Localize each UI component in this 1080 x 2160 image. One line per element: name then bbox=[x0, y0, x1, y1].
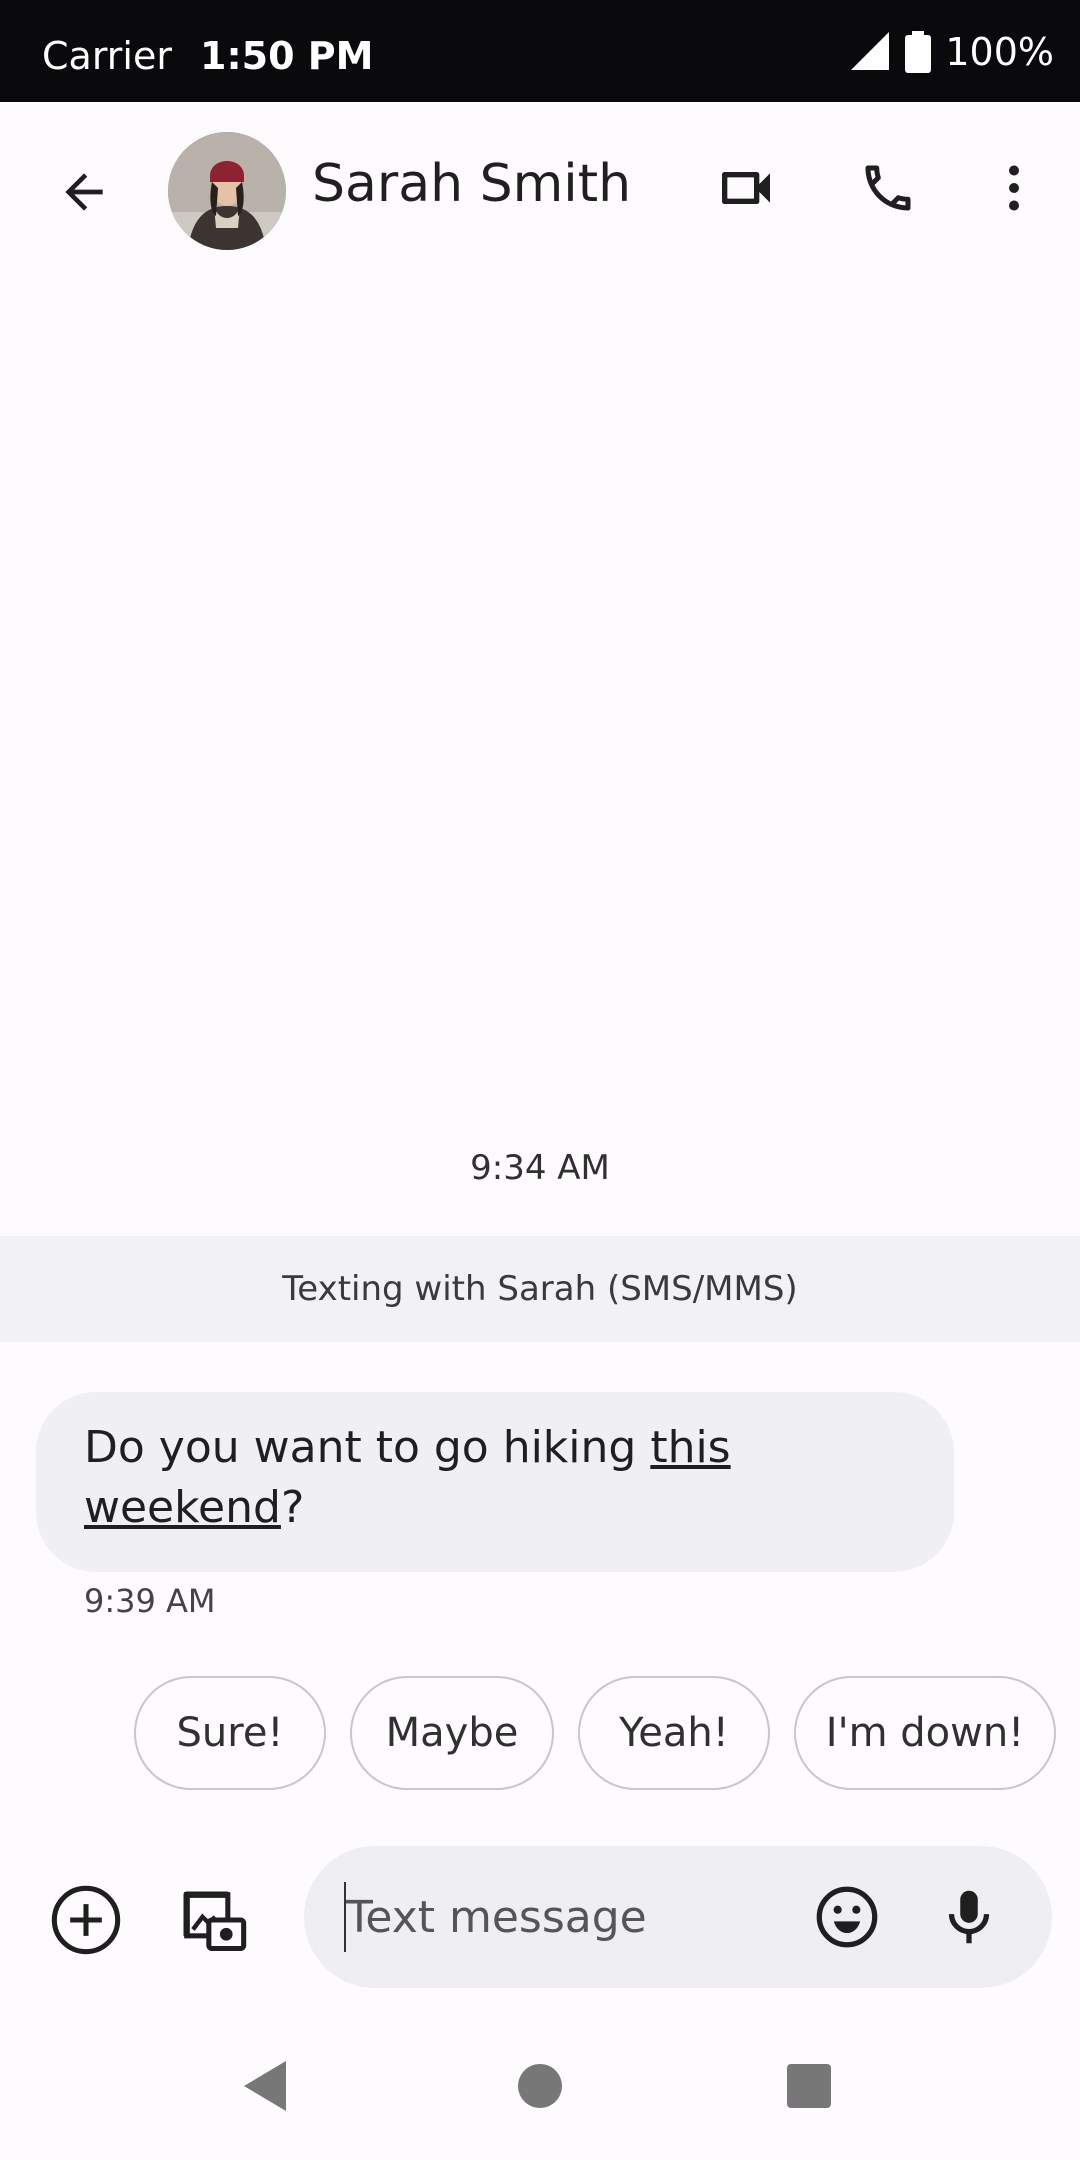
voice-input-button[interactable] bbox=[934, 1882, 1004, 1957]
arrow-back-icon bbox=[65, 173, 103, 211]
phone-icon bbox=[865, 165, 911, 211]
conversation-date-stamp: 9:34 AM bbox=[470, 1148, 610, 1188]
smart-reply-label: Yeah! bbox=[619, 1710, 729, 1756]
emoji-icon bbox=[816, 1886, 878, 1948]
mic-icon bbox=[948, 1890, 990, 1944]
smart-reply-chip[interactable]: Yeah! bbox=[578, 1676, 770, 1790]
battery-icon bbox=[905, 31, 932, 73]
emoji-button[interactable] bbox=[812, 1882, 882, 1957]
message-composer[interactable]: Text message bbox=[304, 1846, 1052, 1988]
smart-reply-chip[interactable]: Maybe bbox=[350, 1676, 554, 1790]
gallery-button[interactable] bbox=[174, 1882, 250, 1963]
add-attachment-button[interactable] bbox=[48, 1882, 124, 1963]
smart-reply-chip[interactable]: I'm down! bbox=[794, 1676, 1056, 1790]
videocam-icon bbox=[722, 172, 770, 204]
back-button[interactable] bbox=[44, 152, 124, 232]
square-recents-icon bbox=[787, 2064, 831, 2108]
status-icons: 100% bbox=[849, 30, 1054, 74]
smart-reply-label: Maybe bbox=[385, 1710, 519, 1756]
voice-call-button[interactable] bbox=[846, 146, 930, 230]
message-text: Do you want to go hiking this weekend? bbox=[84, 1418, 784, 1538]
contact-avatar[interactable] bbox=[168, 132, 286, 250]
contact-name[interactable]: Sarah Smith bbox=[312, 154, 631, 214]
triangle-back-icon bbox=[244, 2061, 286, 2111]
video-call-button[interactable] bbox=[704, 146, 788, 230]
message-date-link[interactable]: this bbox=[650, 1422, 730, 1473]
status-time: 1:50 PM bbox=[200, 34, 374, 78]
gallery-camera-icon bbox=[183, 1891, 247, 1952]
battery-percent: 100% bbox=[945, 30, 1054, 74]
signal-icon bbox=[851, 32, 890, 70]
sms-info-text: Texting with Sarah (SMS/MMS) bbox=[282, 1269, 798, 1309]
sms-info-banner: Texting with Sarah (SMS/MMS) bbox=[0, 1236, 1080, 1342]
smart-reply-label: I'm down! bbox=[825, 1710, 1025, 1756]
nav-home-button[interactable] bbox=[505, 2054, 575, 2118]
avatar-photo bbox=[168, 132, 286, 250]
message-input-placeholder[interactable]: Text message bbox=[346, 1892, 647, 1943]
status-bar: Carrier 1:50 PM 100% bbox=[0, 0, 1080, 102]
conversation-header: Sarah Smith bbox=[0, 102, 1080, 272]
message-date-link-2[interactable]: weekend bbox=[84, 1482, 281, 1533]
add-circle-icon bbox=[51, 1885, 121, 1955]
circle-home-icon bbox=[518, 2064, 562, 2108]
more-vert-icon bbox=[1009, 165, 1019, 211]
nav-back-button[interactable] bbox=[230, 2056, 300, 2116]
message-text-part: Do you want to go hiking bbox=[84, 1422, 651, 1473]
smart-reply-label: Sure! bbox=[176, 1710, 284, 1756]
more-options-button[interactable] bbox=[972, 146, 1056, 230]
system-nav-bar bbox=[0, 2014, 1080, 2160]
message-text-end: ? bbox=[280, 1482, 305, 1533]
carrier-label: Carrier bbox=[42, 34, 172, 78]
message-time: 9:39 AM bbox=[84, 1582, 216, 1620]
smart-reply-chip[interactable]: Sure! bbox=[134, 1676, 326, 1790]
nav-recents-button[interactable] bbox=[774, 2054, 844, 2118]
